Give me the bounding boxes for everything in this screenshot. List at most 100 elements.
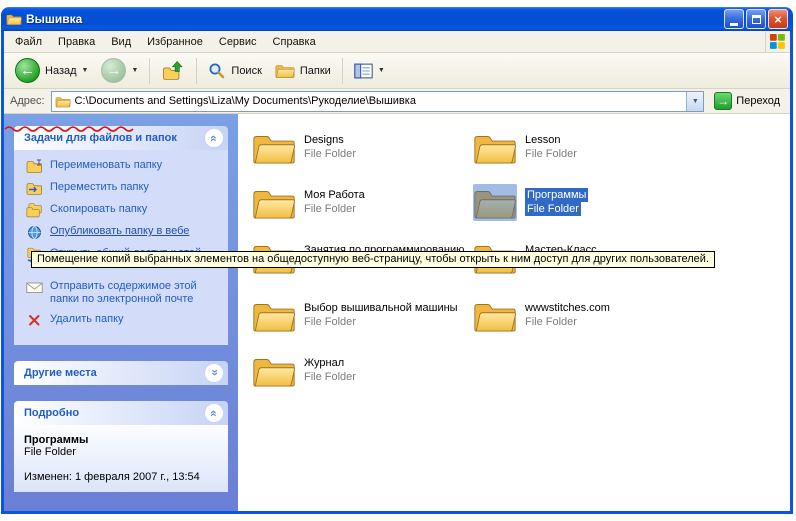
address-label: Адрес: <box>10 95 45 107</box>
folder-type: File Folder <box>525 315 577 329</box>
windows-logo-icon <box>765 32 787 52</box>
expand-chevron-icon[interactable]: « <box>205 364 223 382</box>
folder-type: File Folder <box>525 147 577 161</box>
window-title: Вышивка <box>26 12 720 26</box>
maximize-icon <box>752 15 761 24</box>
collapse-chevron-icon[interactable]: « <box>205 129 223 147</box>
folder-item[interactable]: wwwstitches.comFile Folder <box>473 297 688 334</box>
folder-icon <box>473 184 517 221</box>
collapse-chevron-icon[interactable]: « <box>205 404 223 422</box>
address-input[interactable] <box>71 95 687 107</box>
other-places-header[interactable]: Другие места « <box>14 361 228 385</box>
folder-item[interactable]: Моя РаботаFile Folder <box>252 184 467 221</box>
folder-name: Программы <box>525 188 588 202</box>
folder-type: File Folder <box>304 202 356 216</box>
maximize-button[interactable] <box>746 9 766 29</box>
folder-item[interactable]: DesignsFile Folder <box>252 129 467 166</box>
folder-name: Designs <box>304 133 344 147</box>
details-box: Подробно « Программы File Folder Изменен… <box>14 401 228 492</box>
copy-icon <box>26 203 43 218</box>
folder-item[interactable]: Выбор вышивальной машиныFile Folder <box>252 297 467 334</box>
file-folder-tasks-header[interactable]: Задачи для файлов и папок « <box>14 126 228 150</box>
task-publish-folder-to-web[interactable]: Опубликовать папку в вебе <box>26 225 222 240</box>
toolbar-separator <box>149 58 150 84</box>
details-folder-name: Программы <box>24 434 218 446</box>
folder-icon <box>252 184 296 221</box>
go-button[interactable]: → Переход <box>710 92 784 110</box>
minimize-button[interactable] <box>724 9 744 29</box>
task-label: Переименовать папку <box>50 159 162 172</box>
folder-content-area: DesignsFile Folder LessonFile Folder Моя… <box>238 114 790 511</box>
details-header[interactable]: Подробно « <box>14 401 228 425</box>
toolbar-separator <box>342 58 343 84</box>
go-arrow-icon: → <box>714 92 732 110</box>
forward-icon: → <box>101 58 126 83</box>
task-rename-folder[interactable]: Переименовать папку <box>26 159 222 174</box>
forward-button[interactable]: → ▼ <box>96 55 143 86</box>
search-button[interactable]: Поиск <box>203 59 266 83</box>
views-button[interactable]: ▼ <box>349 60 390 82</box>
folder-type: File Folder <box>304 315 356 329</box>
folder-name: Журнал <box>304 356 344 370</box>
task-label: Переместить папку <box>50 181 149 194</box>
folder-item[interactable]: ЖурналFile Folder <box>252 352 467 389</box>
folder-item[interactable]: LessonFile Folder <box>473 129 688 166</box>
folders-button[interactable]: Папки <box>270 59 336 82</box>
minimize-icon <box>730 23 738 26</box>
folder-type: File Folder <box>525 202 581 216</box>
folder-type: File Folder <box>304 147 356 161</box>
title-bar: Вышивка × <box>1 7 793 31</box>
forward-dropdown-icon[interactable]: ▼ <box>131 67 138 74</box>
menu-item-file[interactable]: Файл <box>7 32 50 52</box>
folder-item-selected[interactable]: ПрограммыFile Folder <box>473 184 688 221</box>
go-label: Переход <box>736 95 780 107</box>
menu-item-edit[interactable]: Правка <box>50 32 103 52</box>
back-label: Назад <box>45 65 77 77</box>
window-body: Файл Правка Вид Избранное Сервис Справка… <box>1 31 793 514</box>
search-label: Поиск <box>231 65 261 77</box>
folders-icon <box>275 62 295 79</box>
address-bar: Адрес: ▼ → Переход <box>4 89 790 114</box>
details-modified: Изменен: 1 февраля 2007 г., 13:54 <box>24 471 218 483</box>
address-folder-icon <box>55 95 71 108</box>
task-copy-folder[interactable]: Скопировать папку <box>26 203 222 218</box>
folder-icon <box>252 352 296 389</box>
file-folder-tasks-box: Задачи для файлов и папок « Переименоват… <box>14 126 228 345</box>
task-label: Скопировать папку <box>50 203 147 216</box>
task-move-folder[interactable]: Переместить папку <box>26 181 222 196</box>
task-label: Удалить папку <box>50 313 124 326</box>
menu-item-view[interactable]: Вид <box>103 32 139 52</box>
explorer-window: Вышивка × Файл Правка Вид Избранное Серв… <box>1 7 793 514</box>
task-label: Отправить содержимое этой папки по элект… <box>50 280 216 306</box>
file-folder-tasks-title: Задачи для файлов и папок <box>24 132 177 144</box>
folder-type: File Folder <box>304 370 356 384</box>
folder-icon <box>473 297 517 334</box>
toolbar-separator <box>196 58 197 84</box>
views-dropdown-icon[interactable]: ▼ <box>378 67 385 74</box>
email-icon <box>26 280 43 295</box>
up-button[interactable] <box>156 58 190 83</box>
main-area: Задачи для файлов и папок « Переименоват… <box>4 114 790 511</box>
folder-icon <box>252 129 296 166</box>
task-label: Опубликовать папку в вебе <box>50 225 189 238</box>
menu-item-help[interactable]: Справка <box>265 32 324 52</box>
task-email-folder[interactable]: Отправить содержимое этой папки по элект… <box>26 280 216 306</box>
window-folder-icon <box>6 12 22 26</box>
search-icon <box>208 62 226 80</box>
details-folder-type: File Folder <box>24 446 218 458</box>
address-dropdown-icon[interactable]: ▼ <box>686 92 703 111</box>
task-delete-folder[interactable]: Удалить папку <box>26 313 222 328</box>
other-places-title: Другие места <box>24 367 97 379</box>
move-icon <box>26 181 43 196</box>
address-combo[interactable]: ▼ <box>51 91 705 112</box>
rename-icon <box>26 159 43 174</box>
back-button[interactable]: ← Назад ▼ <box>10 55 93 86</box>
tooltip: Помещение копий выбранных элементов на о… <box>31 251 715 268</box>
menu-item-favorites[interactable]: Избранное <box>139 32 211 52</box>
menu-item-tools[interactable]: Сервис <box>211 32 265 52</box>
back-dropdown-icon[interactable]: ▼ <box>82 67 89 74</box>
folders-label: Папки <box>300 65 331 77</box>
toolbar: ← Назад ▼ → ▼ Поиск <box>4 53 790 89</box>
close-button[interactable]: × <box>768 9 788 29</box>
folder-icon <box>473 129 517 166</box>
